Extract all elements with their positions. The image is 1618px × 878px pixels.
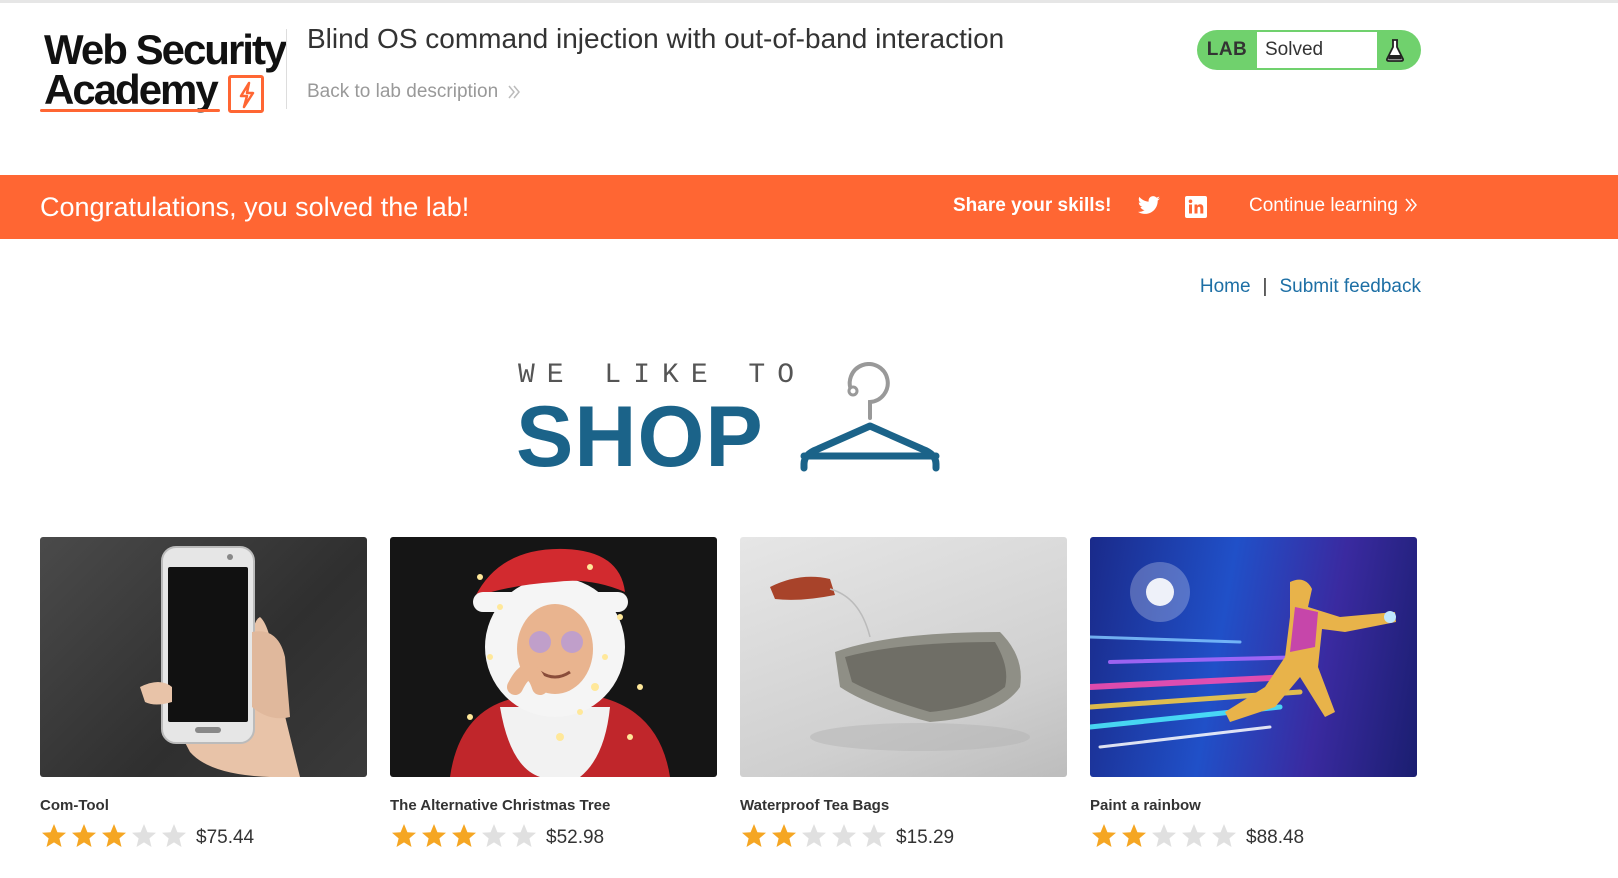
star-empty-icon bbox=[1182, 824, 1206, 847]
star-filled-icon bbox=[102, 824, 126, 847]
lightning-bolt-icon bbox=[228, 75, 264, 113]
lab-status-text: Solved bbox=[1257, 32, 1377, 68]
linkedin-icon[interactable] bbox=[1185, 196, 1207, 218]
product-price: $15.29 bbox=[896, 827, 955, 848]
academy-header: Web Security Academy Blind OS command in… bbox=[0, 3, 1618, 175]
lab-status-widget: LAB Solved bbox=[1197, 30, 1421, 70]
product-price: $75.44 bbox=[196, 827, 255, 848]
product-name: Waterproof Tea Bags bbox=[740, 797, 890, 814]
shop-tagline: WE LIKE TO bbox=[518, 360, 807, 391]
star-empty-icon bbox=[1212, 824, 1236, 847]
star-filled-icon bbox=[422, 824, 446, 847]
share-skills-label: Share your skills! bbox=[953, 195, 1112, 216]
we-like-to-shop-logo: WE LIKE TO SHOP bbox=[516, 358, 946, 485]
star-filled-icon bbox=[742, 824, 766, 847]
star-rating bbox=[40, 822, 188, 850]
congratulations-message: Congratulations, you solved the lab! bbox=[40, 192, 470, 222]
lab-solved-banner: Congratulations, you solved the lab! Sha… bbox=[0, 175, 1618, 239]
product-price: $52.98 bbox=[546, 827, 605, 848]
nav-separator: | bbox=[1262, 276, 1268, 297]
star-filled-icon bbox=[1122, 824, 1146, 847]
star-rating bbox=[390, 822, 538, 850]
star-empty-icon bbox=[832, 824, 856, 847]
product-name: The Alternative Christmas Tree bbox=[390, 797, 611, 814]
star-empty-icon bbox=[482, 824, 506, 847]
product-image-tea-bag[interactable] bbox=[740, 537, 1067, 777]
star-filled-icon bbox=[392, 824, 416, 847]
shop-word: SHOP bbox=[516, 389, 764, 485]
star-filled-icon bbox=[42, 824, 66, 847]
product-name: Com-Tool bbox=[40, 797, 109, 814]
logo-underline bbox=[40, 109, 220, 112]
lab-title: Blind OS command injection with out-of-b… bbox=[307, 23, 1005, 54]
double-chevron-right-icon bbox=[1405, 198, 1418, 212]
star-empty-icon bbox=[512, 824, 536, 847]
product-image-rainbow-runner[interactable] bbox=[1090, 537, 1417, 777]
top-nav-links: Home | Submit feedback bbox=[1200, 276, 1421, 298]
product-rating-row: $88.48 bbox=[1090, 822, 1417, 850]
home-link[interactable]: Home bbox=[1200, 276, 1251, 298]
star-empty-icon bbox=[1152, 824, 1176, 847]
star-filled-icon bbox=[452, 824, 476, 847]
lab-tag: LAB bbox=[1206, 39, 1248, 60]
product-rating-row: $15.29 bbox=[740, 822, 1067, 850]
star-empty-icon bbox=[802, 824, 826, 847]
product-price: $88.48 bbox=[1246, 827, 1305, 848]
logo-line2: Academy bbox=[44, 66, 219, 113]
submit-feedback-link[interactable]: Submit feedback bbox=[1279, 276, 1421, 298]
star-rating bbox=[740, 822, 888, 850]
star-filled-icon bbox=[72, 824, 96, 847]
star-filled-icon bbox=[1092, 824, 1116, 847]
flask-icon bbox=[1377, 32, 1413, 68]
back-link-label: Back to lab description bbox=[307, 81, 499, 102]
star-empty-icon bbox=[132, 824, 156, 847]
product-card[interactable]: Com-Tool $75.44 bbox=[40, 537, 367, 850]
product-image-santa[interactable] bbox=[390, 537, 717, 777]
header-divider bbox=[286, 29, 287, 109]
star-rating bbox=[1090, 822, 1238, 850]
logo-line1: Web Security bbox=[44, 26, 287, 73]
product-rating-row: $75.44 bbox=[40, 822, 367, 850]
star-filled-icon bbox=[772, 824, 796, 847]
continue-learning-link[interactable]: Continue learning bbox=[1249, 195, 1419, 217]
product-card[interactable]: The Alternative Christmas Tree $52.98 bbox=[390, 537, 717, 850]
twitter-icon[interactable] bbox=[1137, 195, 1161, 217]
product-rating-row: $52.98 bbox=[390, 822, 717, 850]
product-card[interactable]: Paint a rainbow $88.48 bbox=[1090, 537, 1417, 850]
hanger-icon bbox=[800, 362, 940, 472]
web-security-academy-logo[interactable]: Web Security Academy bbox=[40, 27, 290, 119]
double-chevron-right-icon bbox=[508, 85, 521, 99]
product-card[interactable]: Waterproof Tea Bags $15.29 bbox=[740, 537, 1067, 850]
continue-learning-label: Continue learning bbox=[1249, 195, 1398, 216]
product-name: Paint a rainbow bbox=[1090, 797, 1201, 814]
back-to-lab-description-link[interactable]: Back to lab description bbox=[307, 81, 522, 103]
star-empty-icon bbox=[162, 824, 186, 847]
star-empty-icon bbox=[862, 824, 886, 847]
product-image-phone[interactable] bbox=[40, 537, 367, 777]
